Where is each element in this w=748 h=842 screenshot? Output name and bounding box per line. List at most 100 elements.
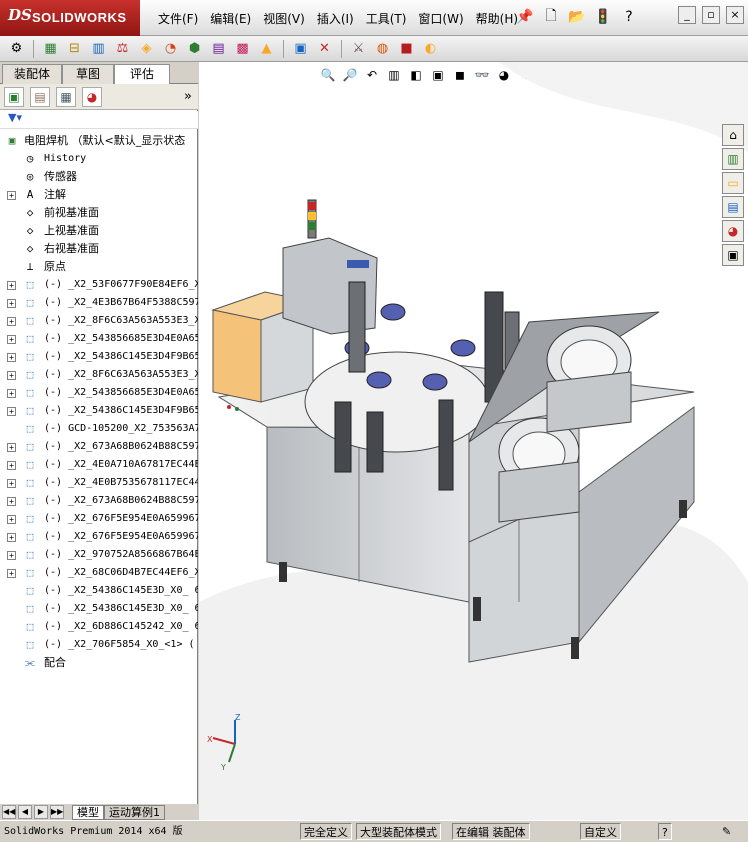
expand-toggle-icon[interactable]: + — [7, 461, 16, 470]
expand-toggle-icon[interactable]: + — [7, 191, 16, 200]
tree-item-component[interactable]: + ⬚ (-) _X2_673A68B0624B88C597 — [0, 492, 198, 510]
expand-panel-icon[interactable]: » — [184, 89, 192, 104]
tree-item-component[interactable]: + ⬚ (-) _X2_4E3B67B64F5388C597 — [0, 294, 198, 312]
options-icon[interactable]: ⚙ — [6, 38, 27, 59]
file-explorer-icon[interactable]: ▭ — [722, 172, 744, 194]
tree-item-component[interactable]: ⬚ (-) _X2_54386C145E3D_X0_ 6 — [0, 600, 198, 618]
interference-icon[interactable]: ⚔ — [348, 38, 369, 59]
expand-toggle-icon[interactable]: + — [7, 497, 16, 506]
speedometer-icon[interactable]: ◔ — [160, 38, 181, 59]
tree-item-component[interactable]: + ⬚ (-) _X2_676F5E954E0A659967 — [0, 528, 198, 546]
assembly-model-render[interactable] — [199, 62, 748, 820]
design-library-icon[interactable]: ▥ — [722, 148, 744, 170]
appearances-scenes-icon[interactable]: ◕ — [722, 220, 744, 242]
expand-toggle-icon[interactable]: + — [7, 335, 16, 344]
next-tab-arrow-icon[interactable]: ▶ — [34, 805, 48, 819]
appearance-icon[interactable]: ▩ — [232, 38, 253, 59]
traffic-light-icon[interactable]: 🚦 — [592, 6, 614, 28]
tree-item-component[interactable]: ⬚ (-) _X2_6D886C145242_X0_ 6 — [0, 618, 198, 636]
status-large-assembly[interactable]: 大型装配体模式 — [356, 823, 441, 840]
tree-item-component[interactable]: ⬚ (-) GCD-105200_X2_753563A7 — [0, 420, 198, 438]
feature-manager-icon[interactable]: ▣ — [4, 86, 24, 107]
tree-item-component[interactable]: + ⬚ (-) _X2_53F0677F90E84EF6_X — [0, 276, 198, 294]
tree-item-component[interactable]: + ⬚ (-) _X2_543856685E3D4E0A65 — [0, 330, 198, 348]
open-file-icon[interactable]: 📂 — [566, 6, 588, 28]
status-custom-units[interactable]: 自定义 — [580, 823, 621, 840]
expand-toggle-icon[interactable]: + — [7, 281, 16, 290]
tree-item-component[interactable]: + ⬚ (-) _X2_54386C145E3D4F9B65 — [0, 402, 198, 420]
tab-model[interactable]: 模型 — [72, 804, 104, 820]
pin-icon[interactable]: 📌 — [514, 6, 536, 28]
view-palette-icon[interactable]: ▤ — [722, 196, 744, 218]
expand-toggle-icon[interactable]: + — [7, 407, 16, 416]
solidworks-logo[interactable]: DS SOLIDWORKS — [0, 0, 140, 36]
menu-tools[interactable]: 工具(T) — [360, 10, 413, 28]
reference-geometry-icon[interactable]: ▤ — [208, 38, 229, 59]
menu-insert[interactable]: 插入(I) — [311, 10, 360, 28]
custom-properties-icon[interactable]: ▣ — [722, 244, 744, 266]
tree-filter[interactable]: ▼▾ — [0, 111, 198, 129]
tree-item-sensor[interactable]: ◎ 传感器 — [0, 168, 198, 186]
menu-window[interactable]: 窗口(W) — [412, 10, 469, 28]
clearance-icon[interactable]: ◍ — [372, 38, 393, 59]
menu-file[interactable]: 文件(F) — [152, 10, 204, 28]
tab-motion-study[interactable]: 运动算例1 — [104, 804, 165, 820]
tree-item-plane[interactable]: ◇ 上视基准面 — [0, 222, 198, 240]
last-tab-arrow-icon[interactable]: ▶▶ — [50, 805, 64, 819]
tree-item-component[interactable]: + ⬚ (-) _X2_8F6C63A563A553E3_X — [0, 366, 198, 384]
warning-icon[interactable]: ▲ — [256, 38, 277, 59]
tab-sketch[interactable]: 草图 — [62, 64, 114, 84]
bill-of-materials-icon[interactable]: ▣ — [290, 38, 311, 59]
tree-item-component[interactable]: + ⬚ (-) _X2_8F6C63A563A553E3_X — [0, 312, 198, 330]
tree-item-component[interactable]: + ⬚ (-) _X2_68C06D4B7EC44EF6_X — [0, 564, 198, 582]
tree-item-component[interactable]: + ⬚ (-) _X2_54386C145E3D4F9B65 — [0, 348, 198, 366]
new-document-icon[interactable]: 🗋 — [540, 6, 562, 28]
expand-toggle-icon[interactable]: + — [7, 353, 16, 362]
tree-item-plane[interactable]: ◇ 前视基准面 — [0, 204, 198, 222]
display-manager-icon[interactable]: ◕ — [82, 86, 102, 107]
tree-item-component[interactable]: + ⬚ (-) _X2_543856685E3D4E0A65 — [0, 384, 198, 402]
expand-toggle-icon[interactable]: + — [7, 479, 16, 488]
tree-item-component[interactable]: ⬚ (-) _X2_706F5854_X0_<1> ( — [0, 636, 198, 654]
instant3d-icon[interactable]: ■ — [396, 38, 417, 59]
menu-view[interactable]: 视图(V) — [257, 10, 311, 28]
tree-root-assembly[interactable]: ▣ 电阻焊机 （默认<默认_显示状态 — [0, 132, 198, 150]
tree-item-annotation[interactable]: + A 注解 — [0, 186, 198, 204]
component-pattern-icon[interactable]: ▥ — [88, 38, 109, 59]
prev-tab-arrow-icon[interactable]: ◀ — [18, 805, 32, 819]
solidworks-resources-icon[interactable]: ⌂ — [722, 124, 744, 146]
expand-toggle-icon[interactable]: + — [7, 317, 16, 326]
expand-toggle-icon[interactable]: + — [7, 515, 16, 524]
tree-item-component[interactable]: + ⬚ (-) _X2_4E0A710A67817EC44E — [0, 456, 198, 474]
status-tag-icon[interactable]: ✎ — [722, 823, 731, 840]
tab-evaluate[interactable]: 评估 — [114, 64, 170, 85]
property-manager-icon[interactable]: ▤ — [30, 86, 50, 107]
help-icon[interactable]: ? — [618, 6, 640, 28]
filter-icon[interactable]: ▼▾ — [8, 111, 22, 124]
assembly-features-icon[interactable]: ⬢ — [184, 38, 205, 59]
close-icon[interactable]: × — [726, 6, 744, 24]
expand-toggle-icon[interactable]: + — [7, 371, 16, 380]
configuration-manager-icon[interactable]: ▦ — [56, 86, 76, 107]
expand-toggle-icon[interactable]: + — [7, 551, 16, 560]
tree-item-component[interactable]: + ⬚ (-) _X2_676F5E954E0A659967 — [0, 510, 198, 528]
tree-item-history[interactable]: ◷ History — [0, 150, 198, 168]
expand-toggle-icon[interactable]: + — [7, 389, 16, 398]
tree-item-component[interactable]: + ⬚ (-) _X2_673A68B0624B88C597 — [0, 438, 198, 456]
tree-item-origin[interactable]: ⊥ 原点 — [0, 258, 198, 276]
expand-toggle-icon[interactable]: + — [7, 443, 16, 452]
exploded-view-icon[interactable]: ✕ — [314, 38, 335, 59]
tree-item-component[interactable]: ⬚ (-) _X2_54386C145E3D_X0_ 6 — [0, 582, 198, 600]
expand-toggle-icon[interactable]: + — [7, 569, 16, 578]
restore-icon[interactable]: ▫ — [702, 6, 720, 24]
tab-assembly[interactable]: 装配体 — [2, 64, 62, 84]
insert-components-icon[interactable]: ▦ — [40, 38, 61, 59]
expand-toggle-icon[interactable]: + — [7, 533, 16, 542]
first-tab-arrow-icon[interactable]: ◀◀ — [2, 805, 16, 819]
tree-item-component[interactable]: + ⬚ (-) _X2_970752A8566867B64E — [0, 546, 198, 564]
minimize-icon[interactable]: _ — [678, 6, 696, 24]
smart-fasteners-icon[interactable]: ⚖ — [112, 38, 133, 59]
status-help-icon[interactable]: ? — [658, 823, 672, 840]
graphics-area[interactable]: 🔍 🔎 ↶ ▥ ◧ ▣ ◼ 👓 ◕ ☘ ▤ ▯ — ▫ ✕ — [199, 62, 748, 820]
expand-toggle-icon[interactable]: + — [7, 299, 16, 308]
